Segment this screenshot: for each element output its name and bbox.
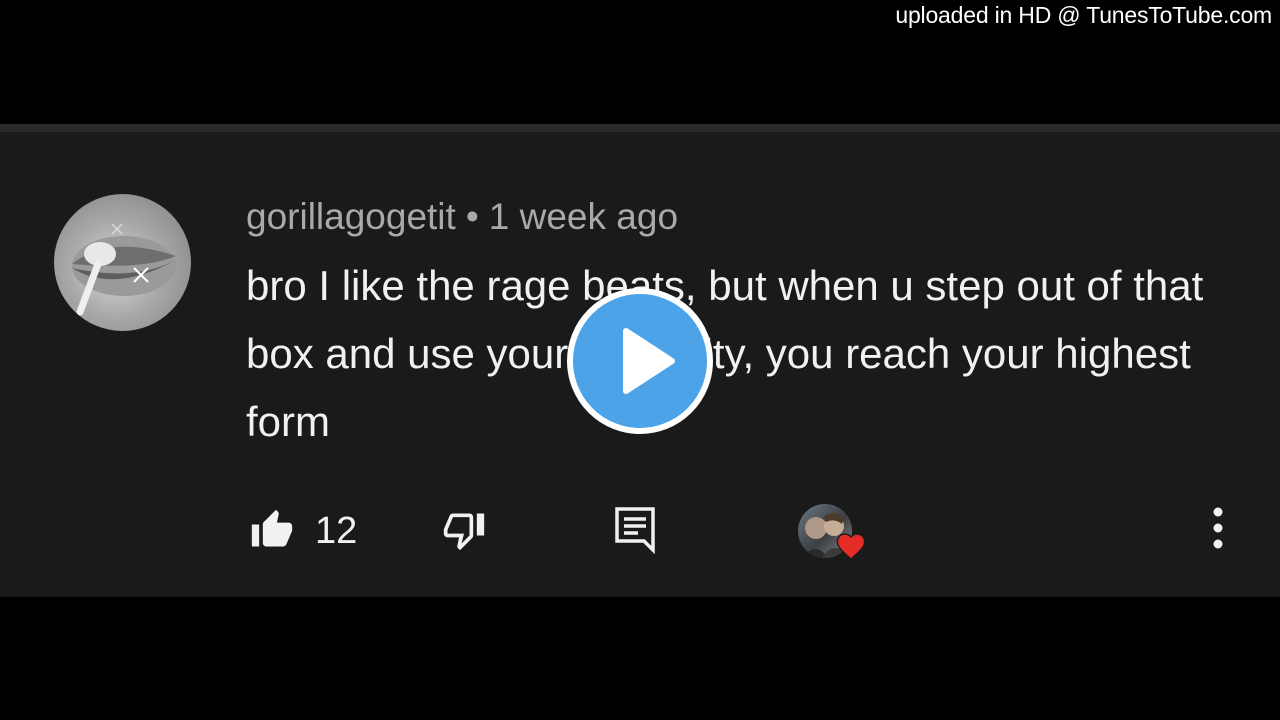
creator-heart-badge [798, 502, 870, 564]
heart-icon [836, 533, 866, 560]
more-vertical-icon [1213, 507, 1223, 549]
avatar-image-icon [72, 223, 176, 316]
more-options-button[interactable] [1206, 504, 1230, 552]
dislike-button[interactable] [442, 508, 486, 552]
video-frame: uploaded in HD @ TunesToTube.com gorilla… [0, 0, 1280, 720]
reply-button[interactable] [614, 506, 656, 554]
play-icon [623, 328, 675, 394]
comment-actions: 12 [0, 502, 1280, 566]
comment-username[interactable]: gorillagogetit [246, 196, 456, 237]
comment-body: bro I like the rage beats, but when u st… [246, 262, 1204, 445]
reply-icon [615, 507, 655, 554]
watermark-text: uploaded in HD @ TunesToTube.com [895, 2, 1272, 28]
comment-timestamp: 1 week ago [488, 196, 679, 237]
like-count: 12 [315, 510, 358, 552]
user-avatar[interactable] [54, 194, 191, 331]
thumbs-up-icon [251, 509, 293, 547]
like-button[interactable] [250, 508, 294, 552]
thumbs-down-icon [443, 513, 485, 551]
comment-meta: gorillagogetit • 1 week ago [246, 196, 678, 238]
meta-separator: • [465, 196, 479, 237]
play-button[interactable] [567, 288, 713, 434]
